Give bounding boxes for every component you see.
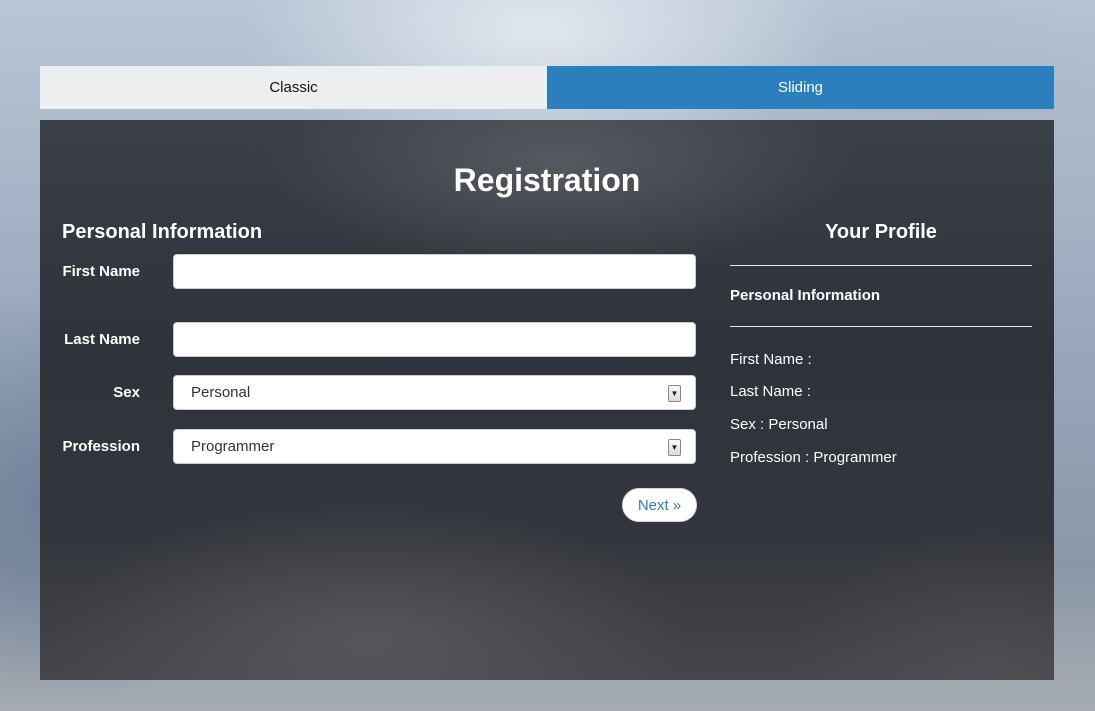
profile-sex: Sex : Personal [730, 416, 828, 433]
profile-section-title: Personal Information [730, 287, 881, 304]
first-name-input[interactable] [173, 254, 696, 289]
profile-last-name: Last Name : [730, 383, 811, 400]
mode-tabs: Classic Sliding [40, 66, 1054, 109]
sex-select-value: Personal [191, 384, 251, 401]
form-title: Registration [453, 162, 641, 198]
profession-select[interactable]: Programmer ▼ [173, 429, 696, 464]
tab-classic[interactable]: Classic [40, 66, 547, 109]
next-button[interactable]: Next » [622, 488, 697, 522]
your-profile-heading: Your Profile [825, 221, 937, 243]
profession-label: Profession [62, 438, 140, 455]
profession-select-value: Programmer [191, 438, 275, 455]
select-arrow-icon: ▼ [668, 439, 681, 456]
sex-select[interactable]: Personal ▼ [173, 375, 696, 410]
registration-panel: Registration Personal Information First … [40, 120, 1054, 680]
profile-divider [730, 326, 1032, 327]
sex-label: Sex [113, 384, 140, 401]
tab-sliding[interactable]: Sliding [547, 66, 1054, 109]
select-arrow-icon: ▼ [668, 385, 681, 402]
last-name-label: Last Name [64, 331, 140, 348]
first-name-label: First Name [62, 263, 140, 280]
personal-information-heading: Personal Information [62, 221, 263, 243]
profile-first-name: First Name : [730, 351, 812, 368]
last-name-input[interactable] [173, 322, 696, 357]
profile-profession: Profession : Programmer [730, 449, 897, 466]
profile-divider [730, 265, 1032, 266]
